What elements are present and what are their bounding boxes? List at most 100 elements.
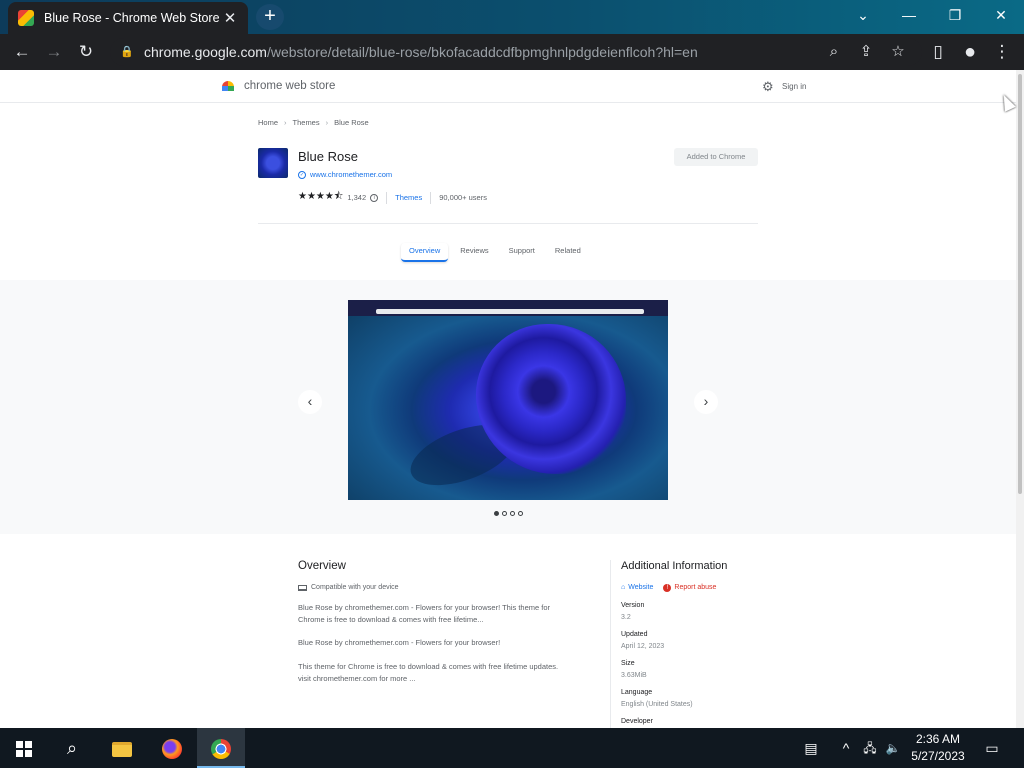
tab-strip: Blue Rose - Chrome Web Store ✕ + ⌄ — ❐ ✕ — [0, 0, 1024, 34]
verified-check-icon: ✓ — [298, 170, 306, 179]
chrome-icon — [211, 739, 231, 760]
breadcrumb-separator-icon: › — [284, 118, 287, 127]
windows-logo-icon — [16, 741, 32, 758]
version-value: 3.2 — [621, 614, 631, 621]
gallery-prev-icon[interactable]: ‹ — [298, 390, 322, 414]
rating-count[interactable]: 1,342 — [347, 193, 366, 202]
firefox-icon — [162, 739, 182, 760]
overview-heading: Overview — [298, 560, 346, 572]
separator — [430, 191, 432, 204]
report-icon: ! — [663, 584, 672, 592]
minimize-button[interactable]: — — [886, 0, 932, 30]
report-label: Report abuse — [674, 584, 717, 591]
news-widget-icon[interactable]: ▤ — [798, 728, 824, 768]
added-to-chrome-button[interactable]: Added to Chrome — [674, 148, 758, 166]
side-panel-icon[interactable]: ▯ — [926, 40, 950, 64]
website-link[interactable]: ⌂ Website — [621, 584, 653, 592]
gallery-dot[interactable] — [510, 511, 515, 516]
website-label: Website — [628, 584, 654, 591]
start-button[interactable] — [0, 728, 48, 768]
file-explorer-button[interactable] — [98, 728, 146, 768]
notification-icon[interactable]: ▭ — [980, 728, 1004, 768]
tab-related[interactable]: Related — [547, 243, 589, 262]
tab-close-icon[interactable]: ✕ — [222, 9, 238, 27]
network-icon[interactable]: 🖧 — [860, 728, 880, 768]
category-link[interactable]: Themes — [395, 193, 422, 202]
settings-gear-icon[interactable]: ⚙ — [762, 79, 774, 95]
web-page: chrome web store ⚙ Sign in Home › Themes… — [0, 70, 1016, 728]
web-store-favicon-icon — [18, 10, 34, 26]
breadcrumb-themes[interactable]: Themes — [293, 118, 320, 127]
report-abuse-link[interactable]: ! Report abuse — [663, 584, 716, 592]
volume-muted-icon[interactable]: 🔈 — [884, 728, 902, 768]
overview-desc-summary: Blue Rose by chromethemer.com - Flowers … — [298, 603, 551, 624]
gallery-next-icon[interactable]: › — [694, 390, 718, 414]
detail-tabs: Overview Reviews Support Related — [401, 243, 589, 262]
screenshot-gallery: ‹ › — [0, 280, 1016, 534]
web-store-logo-icon[interactable] — [222, 81, 234, 91]
chrome-menu-icon[interactable]: ⋮ — [990, 40, 1014, 64]
address-bar[interactable]: 🔒 chrome.google.com/webstore/detail/blue… — [110, 38, 922, 66]
profile-avatar-icon[interactable]: ● — [958, 40, 982, 64]
reload-icon[interactable]: ↻ — [74, 40, 98, 64]
user-count: 90,000+ users — [439, 193, 487, 202]
gallery-dot[interactable] — [518, 511, 523, 516]
forward-icon[interactable]: → — [42, 40, 66, 64]
browser-toolbar: ← → ↻ 🔒 chrome.google.com/webstore/detai… — [0, 34, 1024, 70]
extension-icon — [258, 148, 288, 178]
divider — [258, 223, 758, 224]
taskbar-clock[interactable]: 2:36 AM 5/27/2023 — [906, 731, 970, 765]
sign-in-link[interactable]: Sign in — [782, 82, 806, 91]
browser-tab-active[interactable]: Blue Rose - Chrome Web Store ✕ — [8, 2, 248, 34]
gallery-dots — [494, 511, 523, 516]
chrome-taskbar-button[interactable] — [197, 728, 245, 768]
tab-overview[interactable]: Overview — [401, 243, 449, 262]
firefox-button[interactable] — [148, 728, 196, 768]
home-icon: ⌂ — [621, 584, 626, 591]
publisher-link[interactable]: ✓ www.chromethemer.com — [298, 170, 392, 179]
publisher-site[interactable]: www.chromethemer.com — [310, 170, 392, 179]
gallery-dot[interactable] — [494, 511, 499, 516]
store-header: chrome web store ⚙ Sign in — [0, 70, 1016, 103]
zoom-icon[interactable]: ⌕ — [822, 40, 846, 64]
screenshot-address-bar — [376, 309, 644, 314]
taskbar-search-icon[interactable]: ⌕ — [48, 728, 96, 768]
overview-desc-line: Blue Rose by chromethemer.com - Flowers … — [298, 638, 501, 647]
compat-text: Compatible with your device — [311, 584, 399, 591]
url-host: chrome.google.com — [144, 44, 267, 60]
back-icon[interactable]: ← — [10, 40, 34, 64]
info-icon[interactable]: i — [370, 193, 379, 202]
tray-chevron-icon[interactable]: ^ — [838, 728, 854, 768]
new-tab-button[interactable]: + — [256, 4, 284, 30]
bookmark-star-icon[interactable]: ☆ — [886, 40, 910, 64]
store-name[interactable]: chrome web store — [244, 80, 335, 92]
page-scrollbar[interactable] — [1016, 70, 1024, 728]
rating-stars-icon[interactable]: ★★★★⯪ — [298, 189, 343, 206]
language-value: English (United States) — [621, 701, 693, 708]
lock-icon[interactable]: 🔒 — [120, 45, 134, 59]
breadcrumb: Home › Themes › Blue Rose — [258, 118, 369, 127]
share-icon[interactable]: ⇪ — [854, 40, 878, 64]
ratings-row: ★★★★⯪ 1,342 i Themes 90,000+ users — [298, 189, 487, 206]
language-label: Language — [621, 689, 653, 696]
size-value: 3.63MiB — [621, 672, 647, 679]
size-label: Size — [621, 660, 635, 667]
developer-label: Developer — [621, 718, 653, 725]
tab-search-icon[interactable]: ⌄ — [840, 0, 886, 30]
breadcrumb-current: Blue Rose — [334, 118, 369, 127]
gallery-dot[interactable] — [502, 511, 507, 516]
additional-info-heading: Additional Information — [621, 560, 728, 572]
version-label: Version — [621, 602, 645, 609]
url-path: /webstore/detail/blue-rose/bkofacaddcdfb… — [266, 44, 698, 60]
tab-reviews[interactable]: Reviews — [452, 243, 496, 262]
restore-button[interactable]: ❐ — [932, 0, 978, 30]
overview-desc-detail: This theme for Chrome is free to downloa… — [298, 662, 559, 683]
updated-label: Updated — [621, 631, 648, 638]
clock-time: 2:36 AM — [915, 732, 961, 746]
extension-title: Blue Rose — [298, 149, 358, 164]
tab-support[interactable]: Support — [501, 243, 543, 262]
breadcrumb-home[interactable]: Home — [258, 118, 278, 127]
close-window-button[interactable]: ✕ — [978, 0, 1024, 30]
scrollbar-thumb[interactable] — [1018, 74, 1022, 494]
updated-value: April 12, 2023 — [621, 643, 665, 650]
